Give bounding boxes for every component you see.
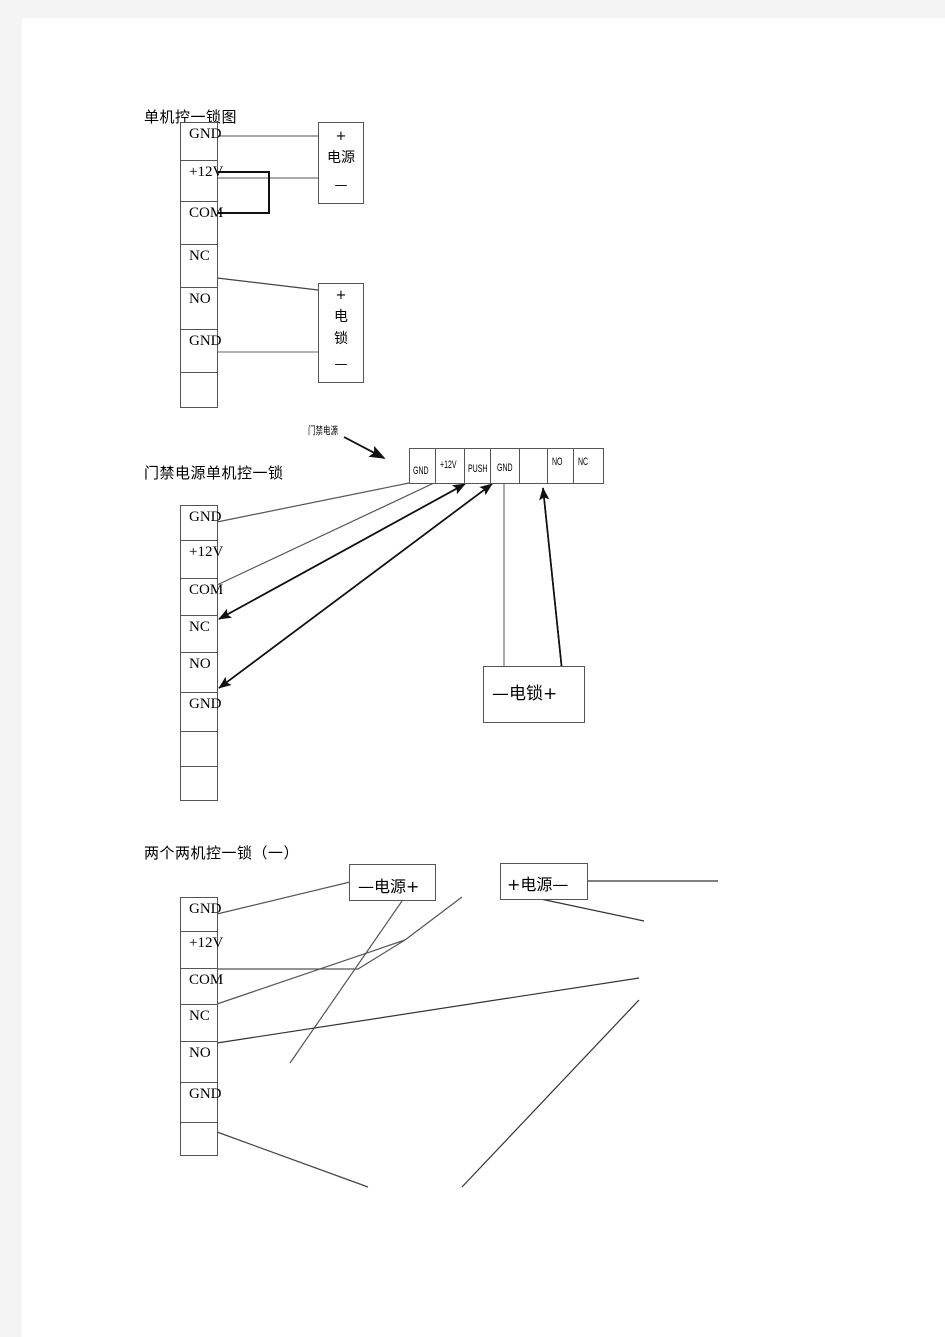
terminal-label: NO [189, 291, 211, 307]
lock-char-1-label: 电 [334, 309, 348, 325]
lock-char-2-label: 锁 [334, 331, 348, 347]
terminal-label: NO [189, 656, 211, 672]
strip-cell-label: GND [413, 466, 429, 477]
terminal-cell [181, 1123, 217, 1155]
terminal-label: NC [189, 248, 210, 264]
strip-cell [520, 449, 548, 483]
terminal-cell [181, 732, 217, 767]
terminal-label: COM [189, 582, 224, 598]
terminal-cell: +12V [181, 541, 223, 579]
strip-cell-label: NO [552, 457, 563, 468]
terminal-cell: +12V [181, 932, 223, 969]
terminal-cell: NO [181, 288, 217, 330]
power-minus-label: — [334, 178, 348, 193]
strip-cell: PUSH [465, 449, 491, 483]
strip-cell-label: PUSH [468, 464, 488, 475]
lock-plus-label: + [335, 288, 347, 303]
section-title-access-power: 门禁电源单机控一锁 [144, 464, 284, 482]
terminal-label: +12V [189, 164, 224, 180]
terminal-cell: NC [181, 245, 217, 288]
terminal-label: GND [189, 509, 222, 525]
terminal-cell: GND [181, 330, 222, 373]
strip-cell: NO [548, 449, 574, 483]
terminal-cell: GND [181, 123, 222, 161]
power-supply-right-label: +电源— [507, 875, 569, 894]
strip-cell: GND [491, 449, 520, 483]
power-supply-left-label: —电源+ [358, 877, 420, 896]
terminal-cell: NC [181, 616, 217, 653]
terminal-cell: NO [181, 1042, 217, 1083]
terminal-block-2-body: GND +12V COM NC NO GND [180, 505, 223, 801]
terminal-label: GND [189, 901, 222, 917]
strip-cell: +12V [436, 449, 465, 483]
strip-cell-label: +12V [440, 460, 457, 471]
terminal-cell: +12V [181, 161, 223, 202]
terminal-cell: GND [181, 898, 222, 932]
terminal-label: +12V [189, 544, 224, 560]
section-title-two-controllers: 两个两机控一锁（一） [144, 844, 300, 862]
terminal-label: GND [189, 126, 222, 142]
terminal-cell [181, 767, 217, 800]
terminal-label: NC [189, 619, 210, 635]
document-page: 单机控一锁图 GND +12V COM NC NO GND + 电源 — + 电… [22, 18, 945, 1337]
terminal-label: NC [189, 1008, 210, 1024]
strip-cell: GND [410, 449, 436, 483]
terminal-label: GND [189, 333, 222, 349]
strip-cell-label: GND [497, 463, 513, 474]
terminal-label: COM [189, 205, 224, 221]
strip-cell: NC [574, 449, 603, 483]
power-supply-box-left: —电源+ [349, 864, 436, 901]
terminal-block-1-body: GND +12V COM NC NO GND [180, 122, 223, 409]
terminal-label: GND [189, 1086, 222, 1102]
terminal-cell: GND [181, 693, 222, 732]
terminal-cell: COM [181, 969, 223, 1005]
terminal-cell [181, 373, 217, 409]
terminal-block-3-body: GND +12V COM NC NO GND [180, 897, 223, 1156]
terminal-cell: GND [181, 506, 222, 541]
power-name-label: 电源 [327, 150, 355, 166]
terminal-cell: NC [181, 1005, 217, 1042]
lock-minus-label: — [334, 357, 348, 372]
access-control-power-strip: GND +12V PUSH GND NO NC [409, 448, 604, 484]
diagram-canvas: 单机控一锁图 GND +12V COM NC NO GND + 电源 — + 电… [22, 18, 945, 1337]
electric-lock-box-2: —电锁+ [483, 666, 585, 723]
power-supply-box-1: + 电源 — [318, 122, 364, 204]
terminal-label: NO [189, 1045, 211, 1061]
strip-cell-label: NC [578, 457, 589, 468]
power-plus-label: + [335, 129, 347, 144]
power-supply-box-right: +电源— [500, 863, 588, 900]
terminal-cell: NO [181, 653, 217, 693]
terminal-cell: GND [181, 1083, 222, 1123]
terminal-label: GND [189, 696, 222, 712]
electric-lock-label: —电锁+ [492, 684, 558, 704]
terminal-cell: COM [181, 579, 223, 616]
access-power-callout-label: 门禁电源 [308, 424, 338, 437]
terminal-label: +12V [189, 935, 224, 951]
terminal-cell: COM [181, 202, 223, 245]
electric-lock-box-1: + 电 锁 — [318, 283, 364, 383]
terminal-label: COM [189, 972, 224, 988]
